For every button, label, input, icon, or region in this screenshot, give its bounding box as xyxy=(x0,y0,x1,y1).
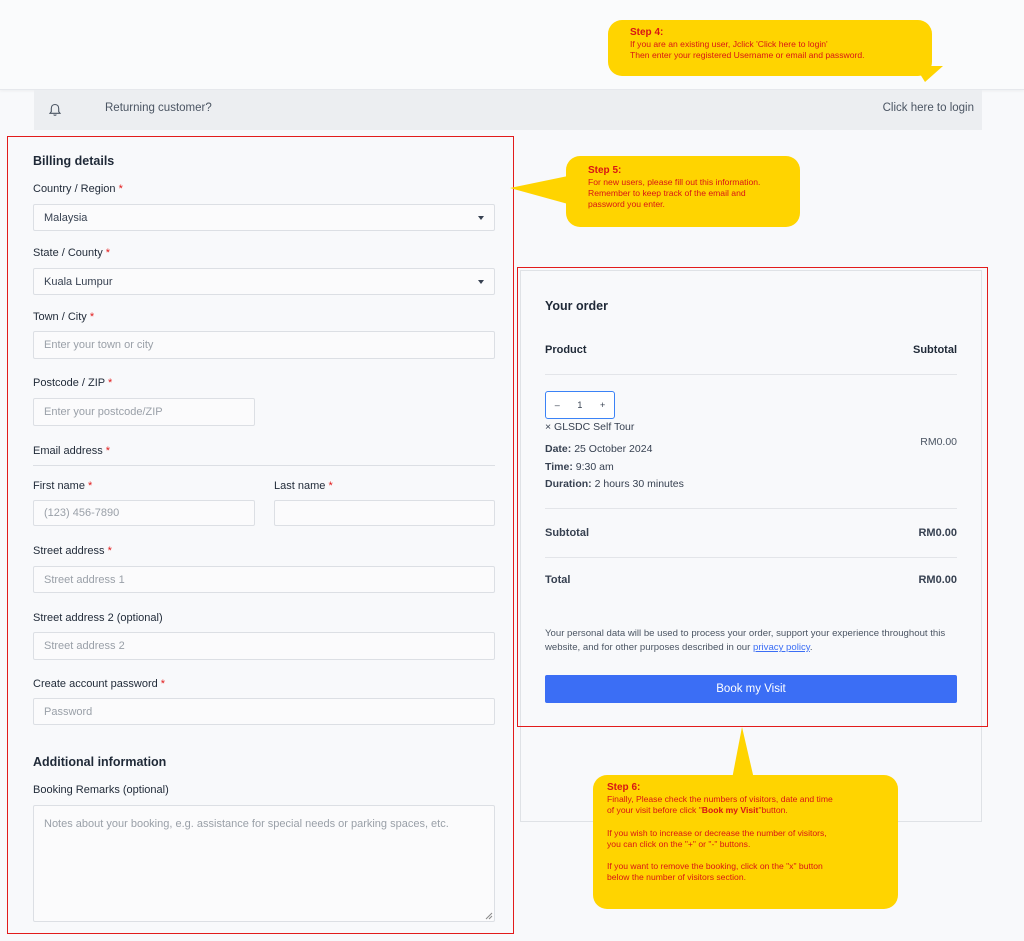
last-name-input[interactable] xyxy=(274,500,495,526)
subtotal-label: Subtotal xyxy=(545,527,589,539)
privacy-policy-link[interactable]: privacy policy xyxy=(753,642,810,653)
first-name-label: First name * xyxy=(33,480,93,492)
last-name-label: Last name * xyxy=(274,480,333,492)
book-my-visit-button[interactable]: Book my Visit xyxy=(545,675,957,703)
country-label: Country / Region * xyxy=(33,183,123,195)
street-label: Street address * xyxy=(33,545,112,557)
first-name-input[interactable]: (123) 456-7890 xyxy=(33,500,255,526)
quantity-minus-button[interactable]: – xyxy=(555,400,560,410)
total-label: Total xyxy=(545,574,571,586)
product-time: Time: 9:30 am xyxy=(545,461,614,473)
bell-icon xyxy=(48,103,62,116)
password-input[interactable]: Password xyxy=(33,698,495,725)
quantity-plus-button[interactable]: + xyxy=(600,400,605,410)
returning-customer-notice: Returning customer? Click here to login xyxy=(34,90,982,130)
step6-callout: Step 6: Finally, Please check the number… xyxy=(593,775,898,909)
street2-label: Street address 2 (optional) xyxy=(33,612,163,624)
step5-callout: Step 5: For new users, please fill out t… xyxy=(566,156,800,227)
order-title: Your order xyxy=(545,299,608,313)
booking-remarks-textarea[interactable]: Notes about your booking, e.g. assistanc… xyxy=(33,805,495,922)
town-input[interactable]: Enter your town or city xyxy=(33,331,495,359)
quantity-stepper[interactable]: – 1 + xyxy=(545,391,615,419)
step4-callout: Step 4: If you are an existing user, Jcl… xyxy=(608,20,932,76)
state-select[interactable]: Kuala Lumpur xyxy=(33,268,495,295)
product-duration: Duration: 2 hours 30 minutes xyxy=(545,478,684,490)
total-value: RM0.00 xyxy=(918,574,957,586)
resize-handle-icon[interactable] xyxy=(485,912,493,920)
item-price: RM0.00 xyxy=(920,436,957,448)
divider xyxy=(545,374,957,375)
remarks-label: Booking Remarks (optional) xyxy=(33,784,169,796)
step5-callout-tail xyxy=(510,176,568,204)
billing-title: Billing details xyxy=(33,154,115,168)
town-label: Town / City * xyxy=(33,311,95,323)
state-label: State / County * xyxy=(33,247,111,259)
password-label: Create account password * xyxy=(33,678,166,690)
step6-callout-tail xyxy=(732,727,754,779)
email-label: Email address * xyxy=(33,445,111,457)
email-field[interactable] xyxy=(33,465,495,467)
divider xyxy=(545,508,957,509)
col-product: Product xyxy=(545,344,587,356)
privacy-notice: Your personal data will be used to proce… xyxy=(545,628,946,653)
product-date: Date: 25 October 2024 xyxy=(545,443,653,455)
divider xyxy=(545,557,957,558)
step4-callout-tail xyxy=(915,66,943,82)
chevron-down-icon xyxy=(478,280,484,284)
country-select[interactable]: Malaysia xyxy=(33,204,495,231)
subtotal-value: RM0.00 xyxy=(918,527,957,539)
postcode-input[interactable]: Enter your postcode/ZIP xyxy=(33,398,255,426)
returning-customer-text: Returning customer? xyxy=(105,102,212,114)
street-address-2-input[interactable]: Street address 2 xyxy=(33,632,495,660)
postcode-label: Postcode / ZIP * xyxy=(33,377,113,389)
login-link[interactable]: Click here to login xyxy=(883,102,974,114)
col-subtotal: Subtotal xyxy=(913,344,957,356)
quantity-value: 1 xyxy=(577,400,583,410)
street-address-input[interactable]: Street address 1 xyxy=(33,566,495,593)
additional-info-title: Additional information xyxy=(33,755,167,769)
product-name[interactable]: × GLSDC Self Tour xyxy=(545,421,634,433)
chevron-down-icon xyxy=(478,216,484,220)
order-highlight-box xyxy=(517,267,988,727)
